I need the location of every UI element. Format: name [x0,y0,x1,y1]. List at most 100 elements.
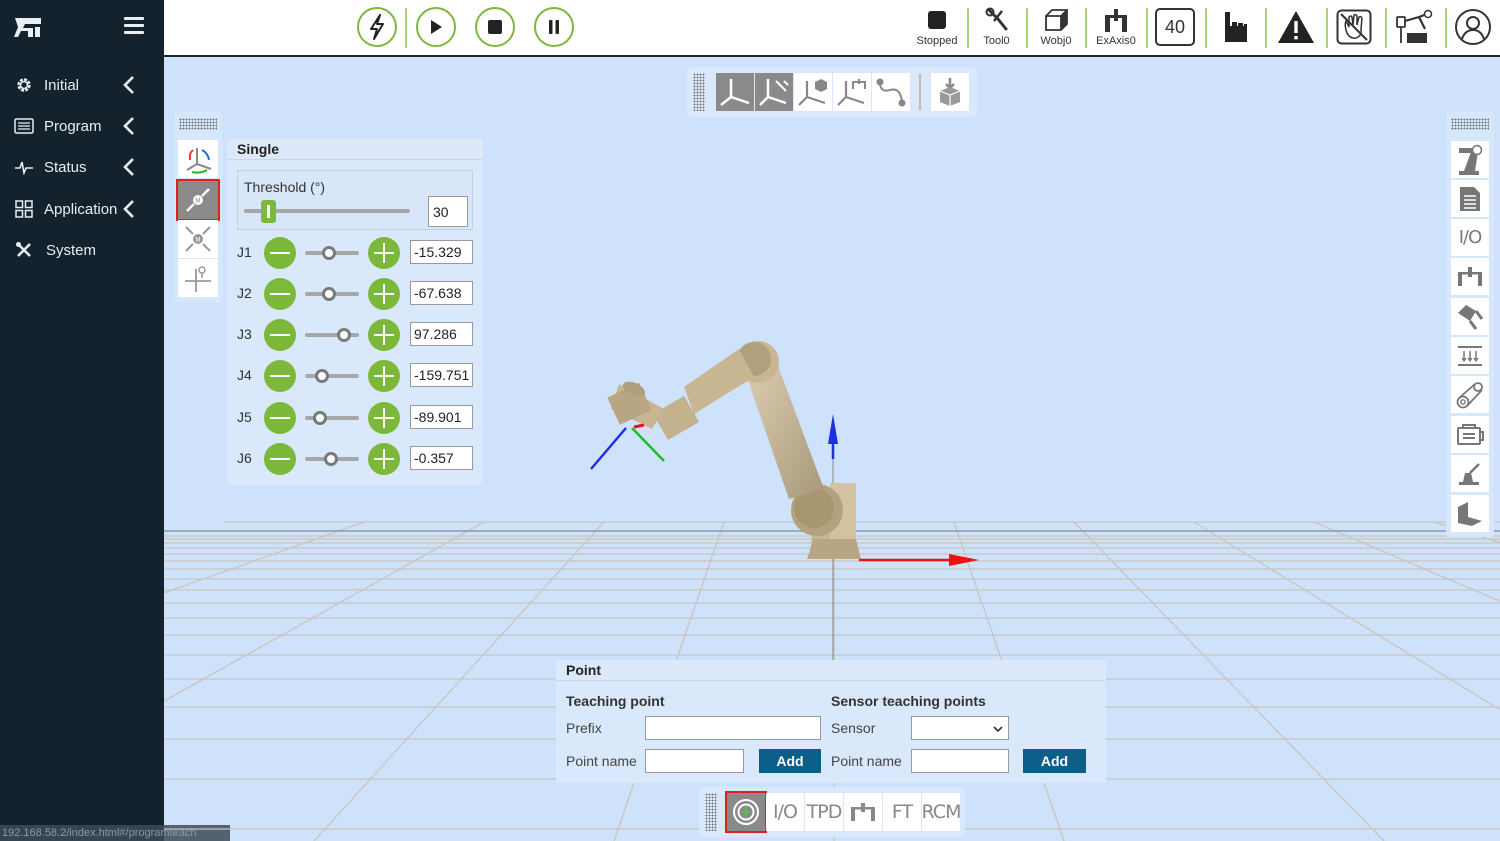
external-axis-button[interactable] [1451,258,1489,295]
plane-icon [1458,501,1482,526]
sidebar-item-label: Application [44,200,118,218]
joint-slider-knob[interactable] [322,246,337,260]
sidebar-item-application[interactable]: Application [0,192,164,226]
prefix-input[interactable] [645,716,821,740]
joint-slider-knob[interactable] [313,411,328,425]
divider [1205,8,1207,48]
document-button[interactable] [1451,180,1489,217]
joint-increase-button[interactable] [368,237,400,269]
joint-slider-knob[interactable] [322,287,337,301]
joint-slider-knob[interactable] [315,369,330,383]
plane-button[interactable] [1451,495,1489,532]
bottom-toolbar: I/O TPD FT RCM [699,787,965,837]
drag-handle[interactable] [1451,118,1489,130]
workpiece-coordinate-button[interactable] [794,73,832,111]
joint-value-input[interactable] [410,446,473,470]
external-axis-tab-button[interactable] [844,793,882,831]
joint-decrease-button[interactable] [264,360,296,392]
no-hand-icon [1336,9,1372,45]
sidebar: Initial Program Status Application Syste… [0,0,164,841]
sidebar-item-initial[interactable]: Initial [0,68,164,102]
sensor-point-name-input[interactable] [911,749,1009,773]
manual-mode-button[interactable] [1221,10,1249,54]
joint-increase-button[interactable] [368,443,400,475]
wrench-icon [985,7,1007,31]
joint-slider-knob[interactable] [336,328,351,342]
trajectory-button[interactable] [872,73,910,111]
threshold-slider-handle[interactable] [260,200,276,223]
joint-decrease-button[interactable] [264,402,296,434]
welding-button[interactable] [1451,455,1489,492]
start-button[interactable] [416,7,456,47]
add-sensor-point-button[interactable]: Add [1023,749,1086,773]
load-model-button[interactable] [931,73,969,111]
pause-button[interactable] [534,7,574,47]
gripper-button[interactable] [1451,298,1489,335]
tool-coordinate-button[interactable] [755,73,793,111]
joint-increase-button[interactable] [368,360,400,392]
joint-decrease-button[interactable] [264,278,296,310]
joint-increase-button[interactable] [368,278,400,310]
joint-slider-knob[interactable] [323,452,338,466]
joint-decrease-button[interactable] [264,443,296,475]
sidebar-item-program[interactable]: Program [0,109,164,143]
speed-indicator[interactable]: 40 [1155,8,1195,46]
sensor-select[interactable] [911,716,1009,740]
joint-slider-track[interactable] [305,333,359,337]
joint-decrease-button[interactable] [264,237,296,269]
jog-cartesian-button[interactable] [178,140,218,178]
joint-value-input[interactable] [410,240,473,264]
stop-button[interactable] [475,7,515,47]
warning-button[interactable] [1276,10,1316,54]
drag-handle[interactable] [705,793,717,831]
move-to-point-button[interactable] [178,259,218,297]
divider [1085,8,1087,48]
joint-label: J3 [237,326,252,342]
wobj-selector[interactable]: Wobj0 [1037,6,1075,50]
enable-button[interactable] [357,7,397,47]
joint-increase-button[interactable] [368,402,400,434]
external-axis-icon [851,803,875,821]
drag-mode-button[interactable] [1336,9,1372,53]
rcm-tab-button[interactable]: RCM [922,793,961,831]
io-tab-button[interactable]: I/O [766,793,804,831]
threshold-input[interactable] [428,196,468,227]
belt-tracking-button[interactable] [1451,376,1489,413]
drag-handle[interactable] [693,73,705,111]
sidebar-item-system[interactable]: System [0,233,164,267]
exaxis-coordinate-button[interactable] [833,73,871,111]
gripper-icon [1458,304,1484,330]
logo-icon[interactable] [14,15,42,39]
base-coordinate-button[interactable] [716,73,754,111]
exaxis-axes-icon [837,79,866,106]
robot-arm-button[interactable] [1395,9,1433,53]
drag-handle[interactable] [179,118,217,130]
joint-value-input[interactable] [410,405,473,429]
menu-toggle-icon[interactable] [124,17,144,35]
joint-value-input[interactable] [410,363,473,387]
chevron-left-icon [123,200,134,218]
user-button[interactable] [1454,8,1492,52]
jog-single-joint-button[interactable]: M [176,179,220,221]
joint-decrease-button[interactable] [264,319,296,351]
pulse-icon [14,157,34,177]
motor-button[interactable] [1451,416,1489,453]
robot-config-button[interactable] [1451,141,1489,178]
exaxis-selector[interactable]: ExAxis0 [1093,6,1139,50]
sidebar-item-status[interactable]: Status [0,150,164,184]
add-point-button[interactable]: Add [759,749,821,773]
tool-selector[interactable]: Tool0 [979,6,1014,50]
io-button[interactable]: I/O [1451,219,1489,256]
joint-increase-button[interactable] [368,319,400,351]
prefix-label: Prefix [566,720,602,736]
conveyor-button[interactable] [1451,337,1489,374]
ft-tab-button[interactable]: FT [883,793,921,831]
jog-multi-joint-button[interactable]: M [178,220,218,258]
point-name-input[interactable] [645,749,744,773]
joint-slider-track[interactable] [305,374,359,378]
tpd-tab-button[interactable]: TPD [805,793,843,831]
point-tab-button[interactable] [725,791,767,833]
external-axis-icon [1105,9,1127,32]
joint-value-input[interactable] [410,281,473,305]
joint-value-input[interactable] [410,322,473,346]
